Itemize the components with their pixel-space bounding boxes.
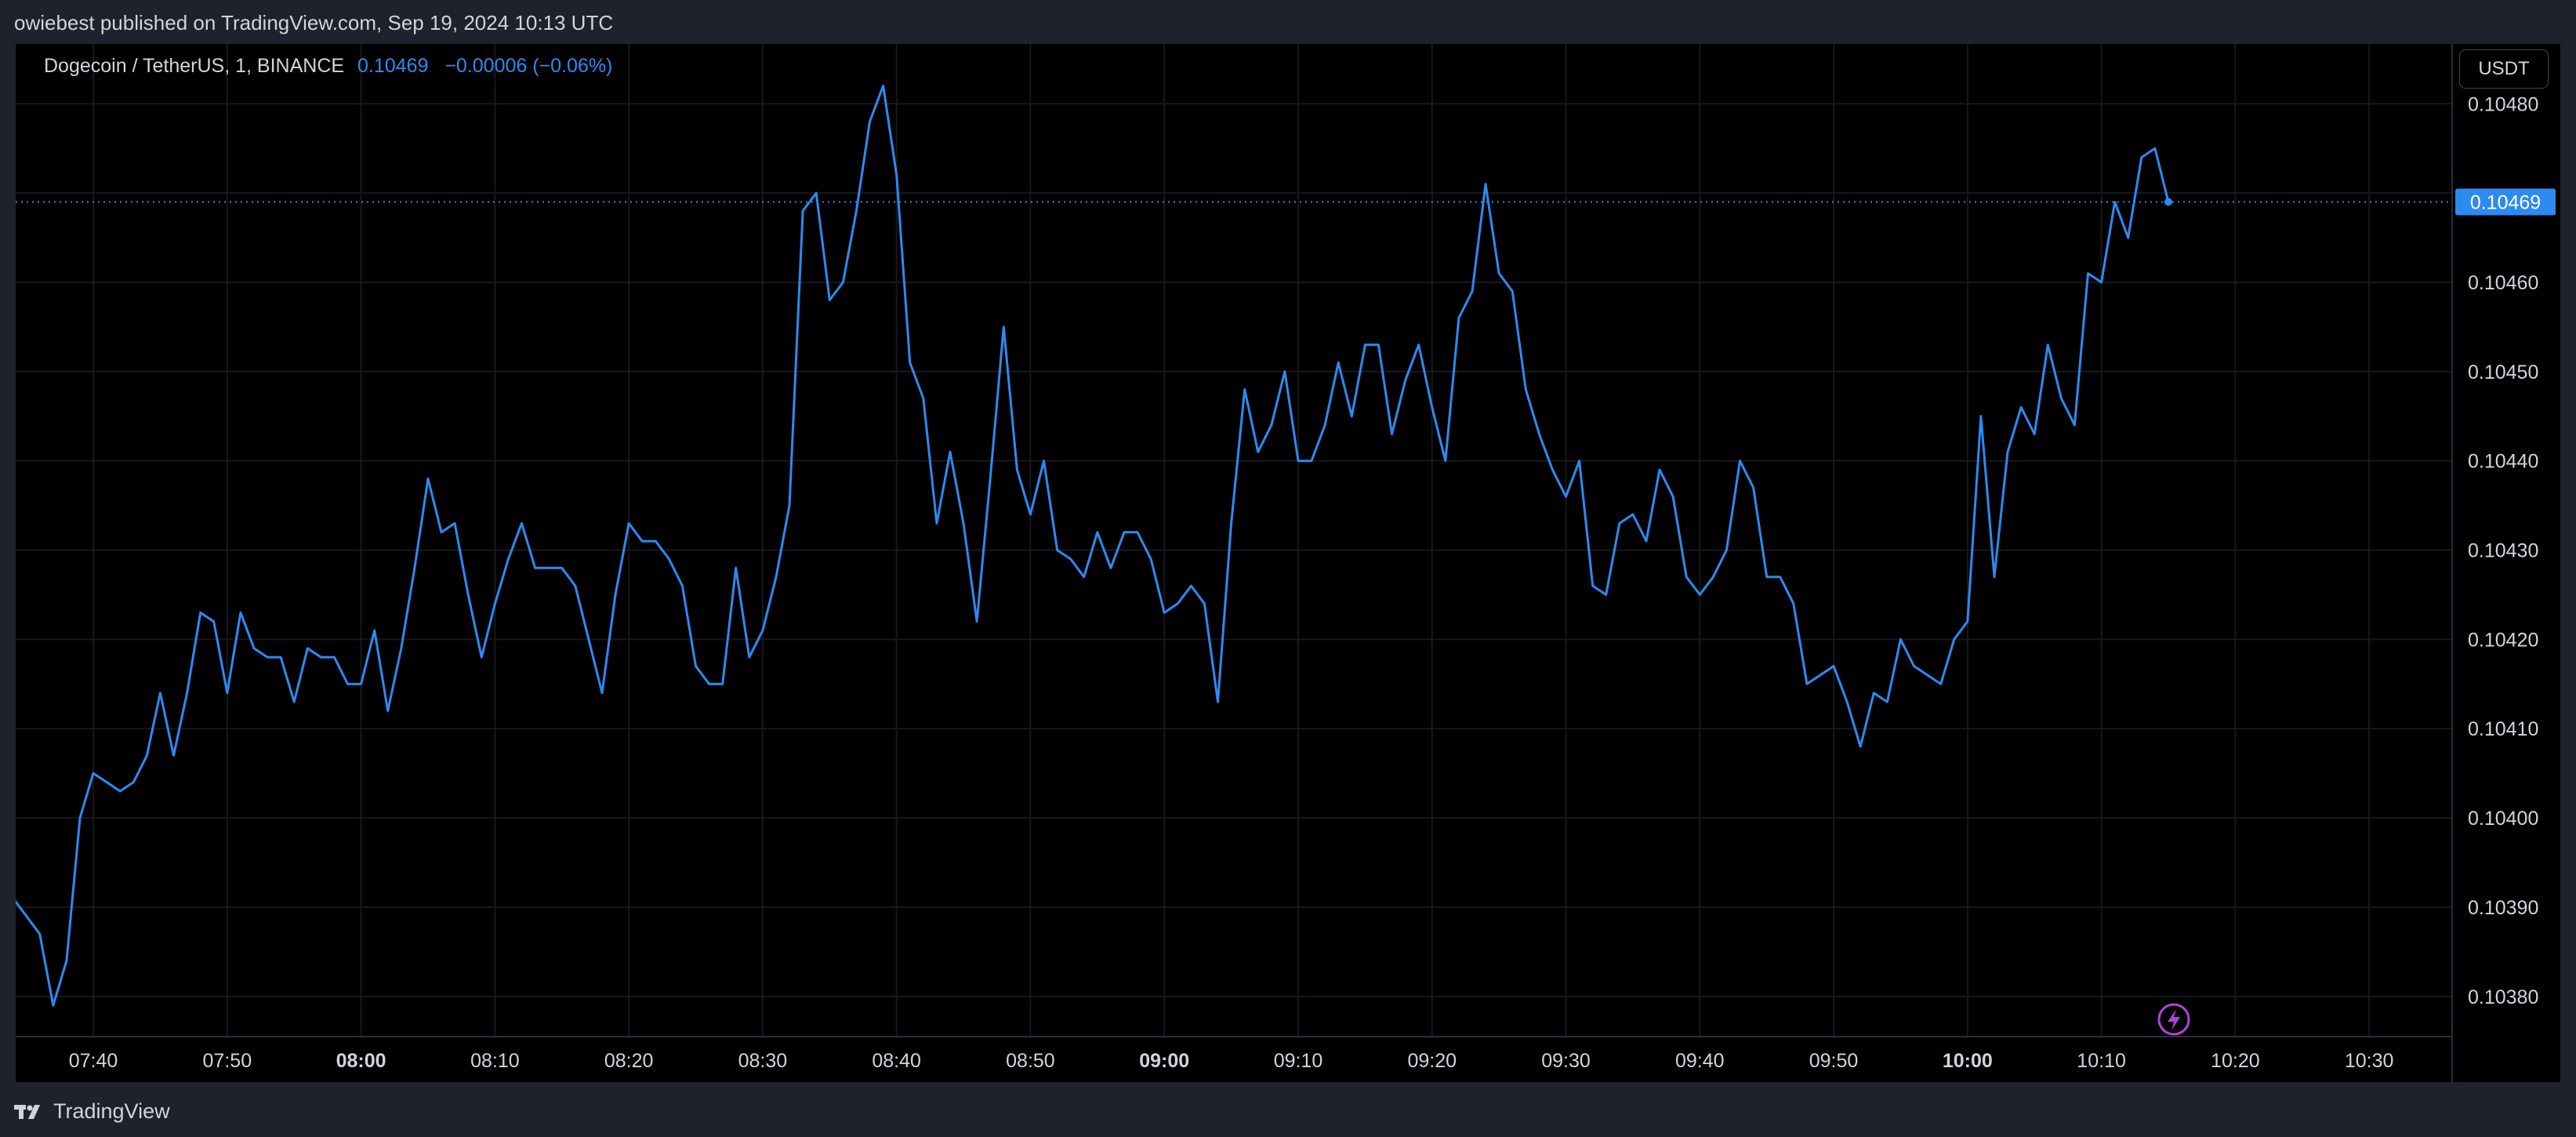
currency-unit-button[interactable]: USDT <box>2459 49 2549 89</box>
symbol-legend[interactable]: Dogecoin / TetherUS, 1, BINANCE 0.10469 … <box>44 55 612 78</box>
footer: TradingView <box>0 1082 2576 1137</box>
y-tick-label: 0.10380 <box>2468 986 2538 1008</box>
x-tick-label: 07:50 <box>203 1050 252 1072</box>
x-tick-label: 09:10 <box>1274 1050 1323 1072</box>
x-tick-label: 09:30 <box>1541 1050 1591 1072</box>
series-layer <box>16 85 2452 1007</box>
x-tick-label: 09:00 <box>1139 1050 1189 1072</box>
brand-name: TradingView <box>53 1099 170 1123</box>
x-tick-label: 08:20 <box>604 1050 654 1072</box>
x-tick-label: 08:30 <box>738 1050 788 1072</box>
y-tick-label: 0.10430 <box>2468 540 2538 562</box>
price-chart[interactable]: 0.10380 0.10390 0.10400 0.10410 0.10420 0.104… <box>16 44 2560 1082</box>
x-tick-label: 08:40 <box>872 1050 921 1072</box>
x-tick-label: 09:20 <box>1407 1050 1457 1072</box>
price-line-series[interactable] <box>16 85 2170 1007</box>
last-price-label: 0.10469 <box>2470 192 2541 214</box>
publish-info: owiebest published on TradingView.com, S… <box>14 11 614 35</box>
y-tick-label: 0.10440 <box>2468 451 2538 473</box>
y-tick-label: 0.10480 <box>2468 93 2538 115</box>
x-tick-label: 10:10 <box>2077 1050 2126 1072</box>
publish-header: owiebest published on TradingView.com, S… <box>0 0 2576 45</box>
y-tick-label: 0.10390 <box>2468 897 2538 919</box>
y-tick-label: 0.10400 <box>2468 808 2538 830</box>
last-price-dot <box>2164 198 2172 206</box>
x-tick-label: 07:40 <box>69 1050 118 1072</box>
grid <box>16 44 2452 1037</box>
x-tick-label: 08:50 <box>1006 1050 1055 1072</box>
x-tick-label: 08:10 <box>470 1050 520 1072</box>
labels: 0.10380 0.10390 0.10400 0.10410 0.10420 0.104… <box>69 93 2556 1072</box>
x-tick-label: 09:40 <box>1675 1050 1725 1072</box>
brand-logo[interactable]: TradingView <box>14 1099 170 1124</box>
y-tick-label: 0.10460 <box>2468 272 2538 294</box>
symbol-price: 0.10469 <box>357 55 429 77</box>
chart-area[interactable]: 0.10380 0.10390 0.10400 0.10410 0.10420 0.104… <box>16 44 2560 1082</box>
x-tick-label: 09:50 <box>1809 1050 1859 1072</box>
y-tick-label: 0.10420 <box>2468 629 2538 651</box>
x-tick-label: 10:30 <box>2345 1050 2394 1072</box>
y-tick-label: 0.10450 <box>2468 361 2538 383</box>
x-tick-label: 10:20 <box>2211 1050 2260 1072</box>
symbol-name[interactable]: Dogecoin / TetherUS, 1, BINANCE <box>44 55 344 77</box>
tradingview-logo-icon <box>14 1104 40 1119</box>
symbol-change: −0.00006 (−0.06%) <box>444 55 613 77</box>
x-tick-label: 08:00 <box>336 1050 386 1072</box>
x-tick-label: 10:00 <box>1943 1050 1993 1072</box>
axes <box>16 44 2453 1082</box>
lightning-bolt-icon[interactable] <box>2157 1003 2190 1036</box>
y-tick-label: 0.10410 <box>2468 718 2538 740</box>
